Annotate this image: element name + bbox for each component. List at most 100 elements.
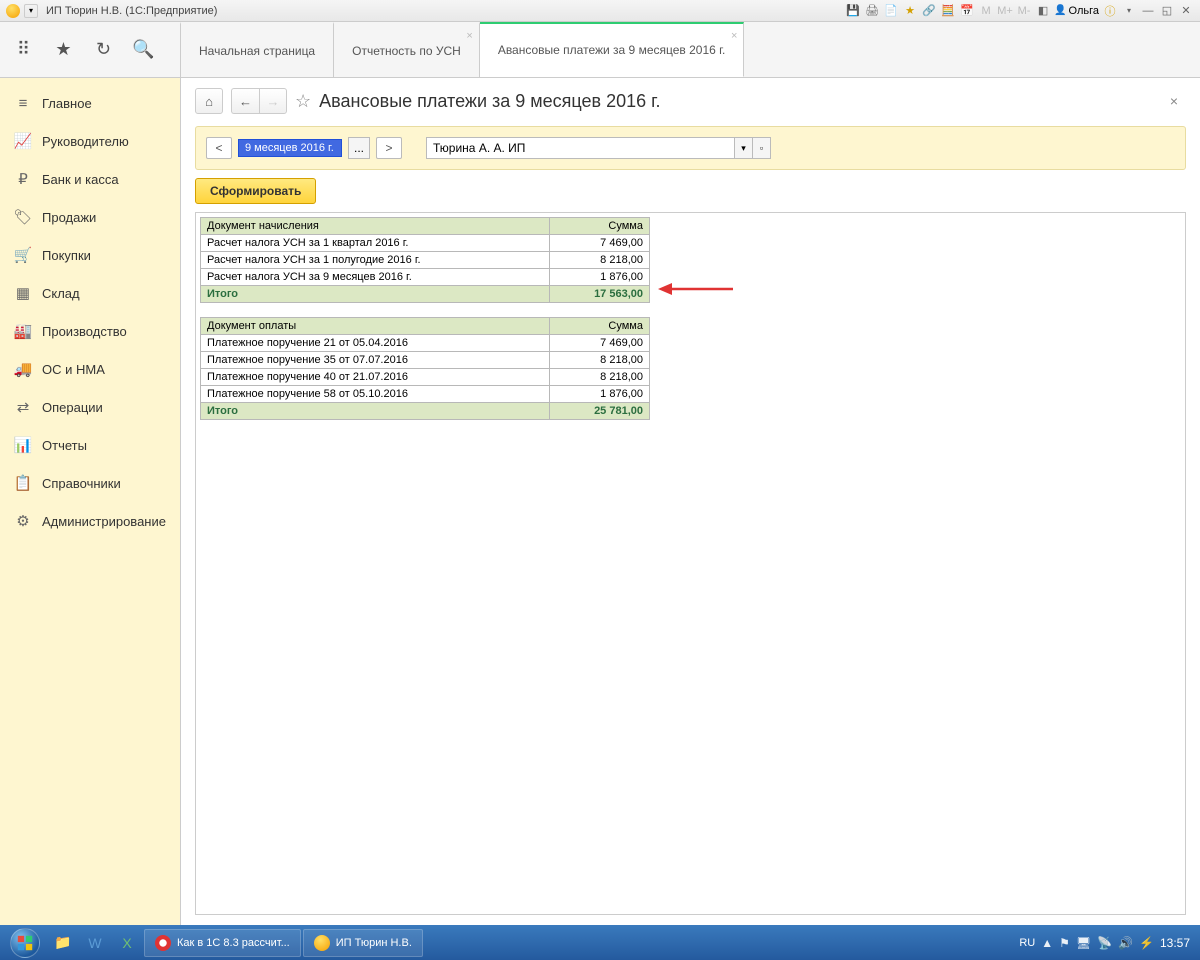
period-prev-button[interactable]: < <box>206 137 232 159</box>
page-title: Авансовые платежи за 9 месяцев 2016 г. <box>319 91 660 112</box>
sidebar-item-label: Производство <box>42 324 127 339</box>
calendar-icon[interactable]: 📅 <box>959 3 975 19</box>
sidebar-item-manager[interactable]: 📈Руководителю <box>0 122 180 160</box>
table-row[interactable]: Расчет налога УСН за 1 полугодие 2016 г.… <box>201 252 650 269</box>
tab-close-icon[interactable]: × <box>731 30 737 42</box>
panels-icon[interactable]: ◧ <box>1035 3 1051 19</box>
sidebar-item-purchases[interactable]: 🛒Покупки <box>0 236 180 274</box>
tab-label: Авансовые платежи за 9 месяцев 2016 г. <box>498 43 726 57</box>
sidebar-item-sales[interactable]: 🏷Продажи <box>0 198 180 236</box>
sidebar-item-label: Продажи <box>42 210 96 225</box>
organization-input[interactable] <box>426 137 735 159</box>
generate-button[interactable]: Сформировать <box>195 178 316 204</box>
sidebar-item-label: Справочники <box>42 476 121 491</box>
user-indicator[interactable]: 👤 Ольга <box>1054 5 1099 17</box>
clock[interactable]: 13:57 <box>1160 936 1190 950</box>
tab-bar: Начальная страница Отчетность по УСН × Ав… <box>180 22 1200 77</box>
onec-icon <box>314 935 330 951</box>
apps-grid-icon[interactable]: ⠿ <box>4 22 44 77</box>
info-dropdown[interactable]: ▾ <box>1121 3 1137 19</box>
calc-icon[interactable]: 🧮 <box>940 3 956 19</box>
table-row[interactable]: Платежное поручение 40 от 21.07.20168 21… <box>201 369 650 386</box>
forward-button[interactable]: → <box>259 88 287 114</box>
window-title: ИП Тюрин Н.В. (1С:Предприятие) <box>46 5 217 17</box>
period-select-button[interactable]: ... <box>348 137 370 159</box>
org-dropdown-button[interactable]: ▾ <box>735 137 753 159</box>
favorite-star-icon[interactable]: ☆ <box>295 91 311 112</box>
tray-battery-icon[interactable]: ⚡ <box>1139 936 1154 950</box>
sidebar: ≡Главное 📈Руководителю ₽Банк и касса 🏷Пр… <box>0 78 180 925</box>
pinned-explorer-icon[interactable]: 📁 <box>48 928 78 958</box>
system-tray: RU ▲ ⚑ 🖥 📡 🔊 ⚡ 13:57 <box>1019 936 1196 950</box>
tray-monitor-icon[interactable]: 🖥 <box>1076 936 1091 950</box>
search-icon[interactable]: 🔍 <box>124 22 164 77</box>
org-open-button[interactable]: ▫ <box>753 137 771 159</box>
sidebar-item-catalogs[interactable]: 📋 Справочники <box>0 464 180 502</box>
sidebar-item-main[interactable]: ≡Главное <box>0 84 180 122</box>
table-row[interactable]: Платежное поручение 58 от 05.10.20161 87… <box>201 386 650 403</box>
tray-volume-icon[interactable]: 🔊 <box>1118 936 1133 950</box>
print-icon[interactable]: 🖨 <box>864 3 880 19</box>
sidebar-item-reports[interactable]: 📊Отчеты <box>0 426 180 464</box>
minimize-icon[interactable]: — <box>1140 3 1156 19</box>
sidebar-item-assets[interactable]: 🚚ОС и НМА <box>0 350 180 388</box>
total-row: Итого25 781,00 <box>201 403 650 420</box>
sidebar-item-operations[interactable]: ⇄Операции <box>0 388 180 426</box>
titlebar-dropdown[interactable]: ▾ <box>24 4 38 18</box>
tray-network-icon[interactable]: 📡 <box>1097 936 1112 950</box>
m-minus-label: M- <box>1016 3 1032 19</box>
lang-indicator[interactable]: RU <box>1019 937 1035 949</box>
tray-flag-icon[interactable]: ⚑ <box>1059 936 1070 950</box>
table-row[interactable]: Платежное поручение 21 от 05.04.20167 46… <box>201 335 650 352</box>
pinned-word-icon[interactable]: W <box>80 928 110 958</box>
tray-up-icon[interactable]: ▲ <box>1041 936 1053 950</box>
sidebar-item-admin[interactable]: ⚙Администрирование <box>0 502 180 540</box>
taskbar-opera-task[interactable]: Как в 1С 8.3 рассчит... <box>144 929 301 957</box>
taskbar-1c-task[interactable]: ИП Тюрин Н.В. <box>303 929 423 957</box>
tab-start-page[interactable]: Начальная страница <box>180 22 334 77</box>
tab-advance-payments[interactable]: Авансовые платежи за 9 месяцев 2016 г. × <box>480 22 745 77</box>
col-header-sum: Сумма <box>550 318 650 335</box>
doc-icon[interactable]: 📄 <box>883 3 899 19</box>
col-header-sum: Сумма <box>550 218 650 235</box>
info-icon[interactable]: ⓘ <box>1102 3 1118 19</box>
factory-icon: 🏭 <box>14 322 32 340</box>
app-icon <box>6 4 20 18</box>
start-button[interactable] <box>4 927 46 958</box>
clipboard-icon: 📋 <box>14 474 32 492</box>
tab-usn-reporting[interactable]: Отчетность по УСН × <box>334 22 480 77</box>
pinned-excel-icon[interactable]: X <box>112 928 142 958</box>
col-header-doc: Документ начисления <box>201 218 550 235</box>
home-button[interactable]: ⌂ <box>195 88 223 114</box>
arrow-annotation-icon <box>658 280 738 298</box>
m-plus-label: M+ <box>997 3 1013 19</box>
history-icon[interactable]: ↻ <box>84 22 124 77</box>
tab-close-icon[interactable]: × <box>466 30 472 42</box>
task-label: Как в 1С 8.3 рассчит... <box>177 937 290 949</box>
favorites-icon[interactable]: ★ <box>44 22 84 77</box>
sidebar-item-production[interactable]: 🏭 Производство <box>0 312 180 350</box>
sidebar-item-label: Администрирование <box>42 514 166 529</box>
back-button[interactable]: ← <box>231 88 259 114</box>
sidebar-item-bank[interactable]: ₽Банк и касса <box>0 160 180 198</box>
maximize-icon[interactable]: ◱ <box>1159 3 1175 19</box>
sidebar-item-warehouse[interactable]: ▦ Склад <box>0 274 180 312</box>
close-window-icon[interactable]: ✕ <box>1178 3 1194 19</box>
period-next-button[interactable]: > <box>376 137 402 159</box>
grid-icon: ▦ <box>14 284 32 302</box>
col-header-doc: Документ оплаты <box>201 318 550 335</box>
window-titlebar: ▾ ИП Тюрин Н.В. (1С:Предприятие) 💾 🖨 📄 ★… <box>0 0 1200 22</box>
close-page-icon[interactable]: × <box>1162 89 1186 113</box>
save-icon[interactable]: 💾 <box>845 3 861 19</box>
chart-icon: 📈 <box>14 132 32 150</box>
table-row[interactable]: Расчет налога УСН за 1 квартал 2016 г.7 … <box>201 235 650 252</box>
sidebar-item-label: ОС и НМА <box>42 362 105 377</box>
table-row[interactable]: Платежное поручение 35 от 07.07.20168 21… <box>201 352 650 369</box>
star-icon[interactable]: ★ <box>902 3 918 19</box>
tab-label: Отчетность по УСН <box>352 44 461 58</box>
table-row[interactable]: Расчет налога УСН за 9 месяцев 2016 г.1 … <box>201 269 650 286</box>
sidebar-item-label: Склад <box>42 286 80 301</box>
period-input[interactable] <box>238 139 342 157</box>
content-area: ⌂ ← → ☆ Авансовые платежи за 9 месяцев 2… <box>180 78 1200 925</box>
links-icon[interactable]: 🔗 <box>921 3 937 19</box>
